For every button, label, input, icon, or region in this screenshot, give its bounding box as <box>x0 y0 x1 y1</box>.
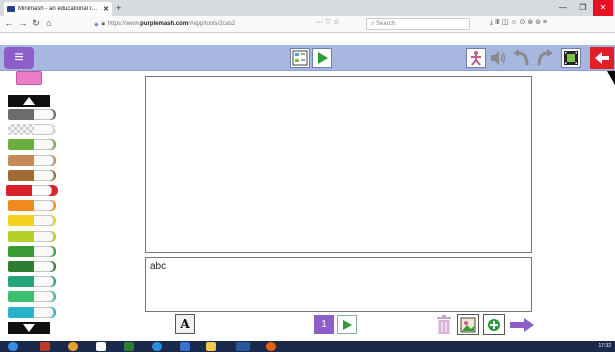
page-number[interactable]: 1 <box>314 315 334 334</box>
trash-icon <box>437 315 451 334</box>
pen-cyan[interactable] <box>8 307 56 318</box>
person-icon <box>471 51 481 66</box>
close-tab-icon[interactable]: ✕ <box>103 5 109 13</box>
pen-light-green[interactable] <box>8 291 56 302</box>
storyboard-icon <box>292 50 308 66</box>
caption-text: abc <box>150 261 167 272</box>
site-favicon-icon <box>7 6 15 12</box>
exit-button[interactable] <box>590 47 614 69</box>
pen-red[interactable] <box>6 185 58 196</box>
page-actions-icon[interactable]: ··· ♡ ☆ <box>316 18 339 26</box>
pen-grey[interactable] <box>8 109 56 120</box>
taskbar-clock: 17:32 <box>598 343 611 349</box>
tab-title: Minimash - an educational resou <box>18 6 101 12</box>
play-page-button[interactable] <box>337 315 357 334</box>
reload-icon[interactable]: ↻ <box>31 18 41 29</box>
word-icon[interactable] <box>236 342 250 351</box>
pen-yellow[interactable] <box>8 215 56 226</box>
character-button[interactable] <box>466 48 486 68</box>
pen-green[interactable] <box>8 246 56 257</box>
frame-settings-button[interactable] <box>457 314 479 335</box>
pen-checker-transparent[interactable] <box>8 124 56 135</box>
pen-orange[interactable] <box>8 200 56 211</box>
window-controls: — ❐ ✕ <box>553 0 613 16</box>
right-corner-marker <box>607 71 615 85</box>
pen-lime[interactable] <box>8 231 56 242</box>
film-icon <box>564 51 578 65</box>
arrow-right-icon <box>510 317 534 332</box>
undo-button[interactable] <box>511 48 531 68</box>
next-button[interactable] <box>509 314 535 335</box>
start-icon[interactable] <box>8 342 18 351</box>
triangle-down-icon <box>23 324 35 332</box>
amazon-icon[interactable] <box>96 342 106 351</box>
url-text: https://www.purplemash.com/#app/tools/2c… <box>107 21 236 27</box>
play-icon <box>343 319 352 330</box>
caption-text-box[interactable]: abc <box>145 257 532 312</box>
palette-scroll-down-button[interactable] <box>8 322 50 334</box>
pen-brick-texture[interactable] <box>8 155 56 166</box>
scene-icon <box>460 317 476 332</box>
chrome-icon[interactable] <box>68 342 78 351</box>
taskbar-app-icon[interactable] <box>40 342 50 351</box>
triangle-up-icon <box>23 97 35 105</box>
add-frame-button[interactable] <box>483 314 505 335</box>
speaker-icon <box>491 51 506 65</box>
back-icon[interactable]: ← <box>4 18 14 28</box>
new-tab-button[interactable]: + <box>116 3 121 13</box>
pen-grass-texture[interactable] <box>8 139 56 150</box>
add-icon <box>488 318 500 331</box>
taskbar-app-icon[interactable] <box>124 342 134 351</box>
redo-button[interactable] <box>535 48 555 68</box>
file-explorer-icon[interactable] <box>206 342 216 351</box>
redo-icon <box>537 49 553 66</box>
pen-teal[interactable] <box>8 276 56 287</box>
browser-toolbar-icons[interactable]: ⤓ Ⅲ ◫ ☺ ⊙ ⊛ ⊜ ≡ <box>490 18 547 27</box>
pen-dark-green[interactable] <box>8 261 56 272</box>
delete-frame-button[interactable] <box>433 314 455 335</box>
firefox-icon[interactable] <box>266 342 276 351</box>
font-button[interactable]: A <box>175 314 195 334</box>
home-icon[interactable]: ⌂ <box>44 18 54 28</box>
drawing-canvas[interactable] <box>145 76 532 253</box>
pen-wood-texture[interactable] <box>8 170 56 181</box>
storyboard-button[interactable] <box>290 48 310 68</box>
minimize-icon[interactable]: — <box>553 0 573 16</box>
maximize-icon[interactable]: ❐ <box>573 0 593 16</box>
menu-button[interactable]: ≡ <box>4 47 34 69</box>
lock-icon: 🔒︎ <box>101 20 105 27</box>
sound-button[interactable] <box>488 48 508 68</box>
back-arrow-icon <box>595 52 609 64</box>
play-icon <box>318 52 328 64</box>
browser-tab[interactable]: Minimash - an educational resou ✕ <box>4 2 112 16</box>
taskbar-app-icon[interactable] <box>180 342 190 351</box>
palette-scroll-up-button[interactable] <box>8 95 50 107</box>
forward-icon[interactable]: → <box>18 18 28 28</box>
selected-color-swatch[interactable] <box>16 71 42 85</box>
edge-icon[interactable] <box>152 342 162 351</box>
film-button[interactable] <box>561 48 581 68</box>
undo-icon <box>513 49 529 66</box>
system-tray[interactable] <box>480 342 560 351</box>
search-input[interactable]: ⌕ Search <box>366 18 470 30</box>
close-window-icon[interactable]: ✕ <box>593 0 613 16</box>
shield-icon: ◈ <box>94 21 99 28</box>
play-animation-button[interactable] <box>312 48 332 68</box>
